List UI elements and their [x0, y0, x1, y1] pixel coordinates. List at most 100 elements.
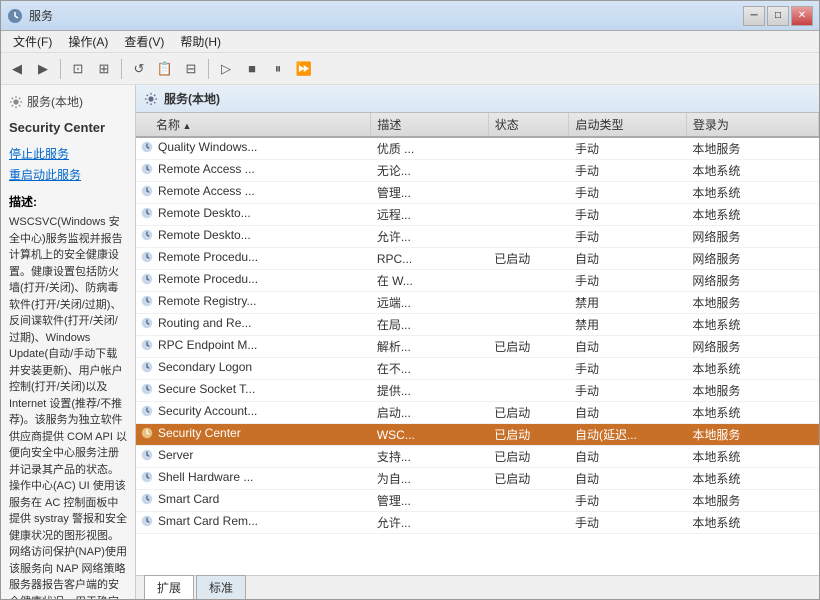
refresh-button[interactable]: ↺ [127, 57, 151, 81]
service-name-text: Smart Card [158, 492, 219, 506]
service-desc-cell: 在 W... [371, 270, 488, 292]
service-startup-cell: 手动 [569, 358, 686, 380]
service-desc-cell: 远端... [371, 292, 488, 314]
service-login-cell: 本地系统 [686, 160, 818, 182]
table-row[interactable]: Secondary Logon在不...手动本地系统 [136, 358, 819, 380]
service-login-cell: 本地服务 [686, 490, 818, 512]
up-button[interactable]: ⊡ [66, 57, 90, 81]
service-row-icon: Remote Access ... [140, 184, 255, 198]
service-desc-cell: 优质 ... [371, 137, 488, 160]
table-row[interactable]: Secure Socket T...提供...手动本地服务 [136, 380, 819, 402]
service-name-text: Routing and Re... [158, 316, 251, 330]
menu-action[interactable]: 操作(A) [60, 31, 116, 52]
app-icon [7, 8, 23, 24]
description-text: WSCSVC(Windows 安全中心)服务监视并报告计算机上的安全健康设置。健… [9, 214, 127, 599]
service-status-cell [488, 204, 569, 226]
service-row-icon: Remote Procedu... [140, 250, 258, 264]
menu-view[interactable]: 查看(V) [116, 31, 172, 52]
table-row[interactable]: Remote Registry... 远端... 禁用本地服务 [136, 292, 819, 314]
show-tree-button[interactable]: ⊞ [92, 57, 116, 81]
service-name-text: Remote Procedu... [158, 250, 258, 264]
forward-button[interactable]: ▶ [31, 57, 55, 81]
restart-service-button[interactable]: ⏩ [292, 57, 316, 81]
service-name-text: Remote Deskto... [158, 228, 251, 242]
service-startup-cell: 自动 [569, 402, 686, 424]
service-desc-cell: 解析... [371, 336, 488, 358]
table-row[interactable]: Server支持...已启动自动本地系统 [136, 446, 819, 468]
minimize-button[interactable]: ─ [743, 6, 765, 26]
selected-service-name: Security Center [9, 120, 127, 135]
service-startup-cell: 手动 [569, 512, 686, 534]
back-button[interactable]: ◀ [5, 57, 29, 81]
export-button[interactable]: 📋 [153, 57, 177, 81]
service-login-cell: 本地服务 [686, 292, 818, 314]
service-name-text: Remote Registry... [158, 294, 256, 308]
table-row[interactable]: Remote Deskto...远程...手动本地系统 [136, 204, 819, 226]
properties-button[interactable]: ⊟ [179, 57, 203, 81]
service-name-cell: RPC Endpoint M... [136, 336, 371, 358]
menu-file[interactable]: 文件(F) [5, 31, 60, 52]
table-row[interactable]: RPC Endpoint M...解析...已启动自动网络服务 [136, 336, 819, 358]
service-login-cell: 本地服务 [686, 424, 818, 446]
table-row[interactable]: Smart Card管理...手动本地服务 [136, 490, 819, 512]
service-name-cell: Quality Windows... [136, 137, 371, 160]
service-row-icon: Server [140, 448, 193, 462]
table-row[interactable]: Remote Access ...管理...手动本地系统 [136, 182, 819, 204]
pause-service-button[interactable]: ⏸ [266, 57, 290, 81]
service-desc-cell: 启动... [371, 402, 488, 424]
service-startup-cell: 禁用 [569, 292, 686, 314]
maximize-button[interactable]: □ [767, 6, 789, 26]
services-table[interactable]: 名称 描述 状态 启动类型 登录为 Quality Windows...优质 .… [136, 113, 819, 575]
service-status-cell: 已启动 [488, 446, 569, 468]
table-row[interactable]: Quality Windows...优质 ... 手动本地服务 [136, 137, 819, 160]
stop-service-link[interactable]: 停止此服务 [9, 145, 127, 162]
service-status-cell [488, 292, 569, 314]
service-desc-cell: 允许... [371, 512, 488, 534]
menu-bar: 文件(F) 操作(A) 查看(V) 帮助(H) [1, 31, 819, 53]
service-startup-cell: 自动 [569, 468, 686, 490]
right-panel-title: 服务(本地) [164, 90, 220, 107]
table-row[interactable]: Security Account...启动...已启动自动本地系统 [136, 402, 819, 424]
table-row[interactable]: Remote Access ...无论...手动本地系统 [136, 160, 819, 182]
service-login-cell: 本地服务 [686, 380, 818, 402]
col-header-name[interactable]: 名称 [136, 113, 371, 137]
service-desc-cell: RPC... [371, 248, 488, 270]
service-status-cell: 已启动 [488, 424, 569, 446]
service-startup-cell: 禁用 [569, 314, 686, 336]
table-row[interactable]: Remote Procedu...RPC...已启动自动网络服务 [136, 248, 819, 270]
table-row[interactable]: Smart Card Rem...允许...手动本地系统 [136, 512, 819, 534]
service-name-cell: Remote Registry... [136, 292, 371, 314]
service-login-cell: 网络服务 [686, 226, 818, 248]
service-row-icon: Secondary Logon [140, 360, 252, 374]
table-row[interactable]: Shell Hardware ...为自...已启动自动本地系统 [136, 468, 819, 490]
tab-standard[interactable]: 标准 [196, 575, 246, 599]
window-controls: ─ □ ✕ [743, 6, 813, 26]
service-startup-cell: 手动 [569, 137, 686, 160]
service-name-cell: Security Account... [136, 402, 371, 424]
start-service-button[interactable]: ▷ [214, 57, 238, 81]
service-row-icon: Remote Deskto... [140, 206, 251, 220]
menu-help[interactable]: 帮助(H) [172, 31, 229, 52]
service-status-cell: 已启动 [488, 248, 569, 270]
service-login-cell: 本地服务 [686, 137, 818, 160]
service-name-cell: Server [136, 446, 371, 468]
table-row[interactable]: Remote Deskto...允许...手动网络服务 [136, 226, 819, 248]
col-header-startup[interactable]: 启动类型 [569, 113, 686, 137]
service-name-text: Remote Procedu... [158, 272, 258, 286]
tab-extended[interactable]: 扩展 [144, 575, 194, 599]
service-name-cell: Shell Hardware ... [136, 468, 371, 490]
col-header-login[interactable]: 登录为 [686, 113, 818, 137]
close-button[interactable]: ✕ [791, 6, 813, 26]
restart-service-link[interactable]: 重启动此服务 [9, 166, 127, 183]
table-row[interactable]: Remote Procedu...在 W...手动网络服务 [136, 270, 819, 292]
table-row[interactable]: Routing and Re...在局...禁用本地系统 [136, 314, 819, 336]
service-name-text: Security Center [158, 426, 241, 440]
service-desc-cell: 提供... [371, 380, 488, 402]
stop-service-button[interactable]: ■ [240, 57, 264, 81]
col-header-status[interactable]: 状态 [488, 113, 569, 137]
service-startup-cell: 手动 [569, 380, 686, 402]
table-row[interactable]: Security CenterWSC...已启动自动(延迟...本地服务 [136, 424, 819, 446]
service-login-cell: 网络服务 [686, 270, 818, 292]
service-row-icon: Security Account... [140, 404, 257, 418]
col-header-desc[interactable]: 描述 [371, 113, 488, 137]
